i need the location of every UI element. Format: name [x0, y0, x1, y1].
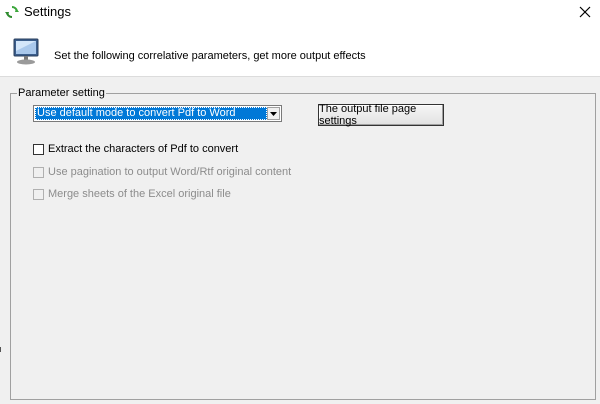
- header-divider: [0, 76, 600, 77]
- conversion-mode-value: Use default mode to convert Pdf to Word: [35, 107, 267, 120]
- window-title: Settings: [24, 4, 71, 19]
- conversion-mode-select[interactable]: Use default mode to convert Pdf to Word: [33, 105, 282, 122]
- merge-sheets-checkbox: [33, 188, 44, 200]
- use-pagination-option: Use pagination to output Word/Rtf origin…: [33, 166, 291, 178]
- merge-sheets-label: Merge sheets of the Excel original file: [48, 188, 231, 200]
- parameter-group-legend: Parameter setting: [17, 87, 106, 99]
- monitor-icon: [13, 38, 39, 65]
- use-pagination-label: Use pagination to output Word/Rtf origin…: [48, 166, 292, 178]
- chevron-down-icon: [270, 111, 277, 116]
- refresh-arrows-icon: [5, 6, 19, 18]
- extract-characters-option[interactable]: Extract the characters of Pdf to convert: [33, 143, 238, 155]
- edge-mark: [0, 347, 1, 352]
- header-banner: Set the following correlative parameters…: [0, 24, 600, 76]
- title-bar: Settings: [0, 0, 600, 24]
- extract-characters-checkbox[interactable]: [33, 143, 44, 155]
- merge-sheets-option: Merge sheets of the Excel original file: [33, 188, 231, 200]
- parameter-groupbox: [10, 93, 596, 400]
- settings-dialog: Settings Set the following correlative p…: [0, 0, 600, 404]
- close-button[interactable]: [570, 0, 600, 24]
- dropdown-arrow-button[interactable]: [267, 107, 280, 120]
- output-page-settings-button[interactable]: The output file page settings: [318, 103, 444, 127]
- use-pagination-checkbox: [33, 166, 44, 178]
- close-icon: [579, 6, 591, 18]
- header-description: Set the following correlative parameters…: [54, 50, 366, 62]
- extract-characters-label: Extract the characters of Pdf to convert: [48, 143, 239, 155]
